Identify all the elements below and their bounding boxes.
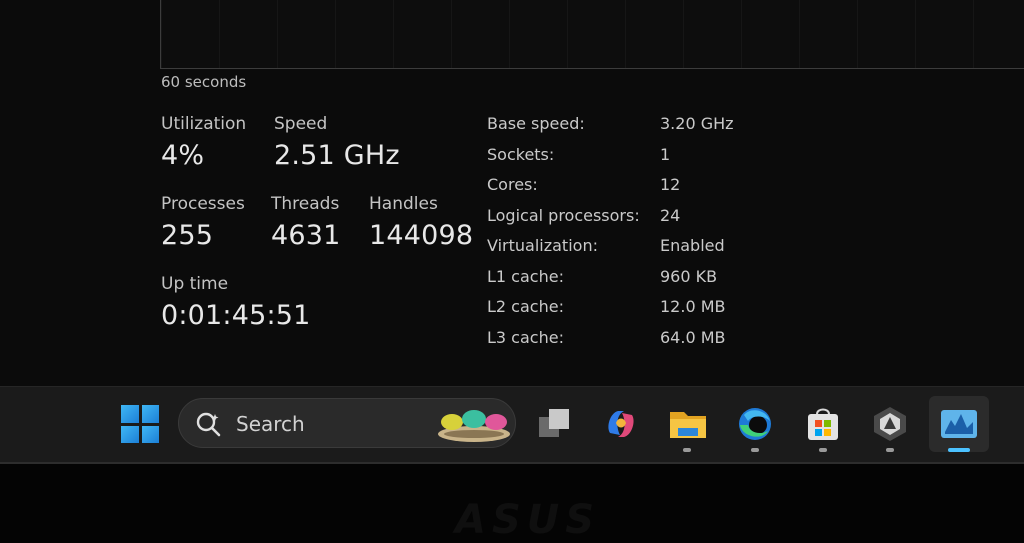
running-indicator	[751, 448, 759, 452]
spec-label: L1 cache:	[487, 266, 564, 286]
running-indicator	[819, 448, 827, 452]
handles-stat: Handles 144098	[369, 194, 473, 251]
active-indicator	[948, 448, 970, 452]
spec-value: 960 KB	[660, 266, 718, 286]
threads-value: 4631	[271, 220, 341, 251]
spec-label: Virtualization:	[487, 236, 598, 255]
spec-value: 1	[660, 144, 671, 164]
uptime-stat: Up time 0:01:45:51	[161, 274, 311, 331]
spec-value: 3.20 GHz	[660, 114, 734, 133]
task-manager-icon[interactable]	[938, 403, 980, 445]
graph-time-axis-label: 60 seconds	[161, 73, 247, 91]
processes-stat: Processes 255	[161, 194, 245, 251]
spec-label: L3 cache:	[487, 327, 564, 347]
task-manager-performance-pane: 60 seconds Utilization 4% Speed 2.51 GHz…	[0, 0, 1024, 386]
spec-label: Base speed:	[487, 114, 585, 133]
spec-value: Enabled	[660, 236, 725, 255]
utilization-stat: Utilization 4%	[161, 114, 246, 171]
search-label: Search	[236, 412, 305, 436]
spec-value: 64.0 MB	[660, 327, 726, 347]
store-icon[interactable]	[802, 403, 844, 445]
speed-value: 2.51 GHz	[274, 140, 400, 171]
file-explorer-icon[interactable]	[667, 403, 709, 445]
brand-logo: ASUS	[455, 497, 601, 543]
handles-label: Handles	[369, 194, 438, 214]
spec-value: 24	[660, 205, 681, 225]
uptime-value: 0:01:45:51	[161, 300, 311, 331]
threads-stat: Threads 4631	[271, 194, 341, 251]
spec-value: 12	[660, 175, 681, 194]
search-icon	[196, 412, 221, 437]
speed-label: Speed	[274, 114, 328, 134]
processes-label: Processes	[161, 194, 245, 214]
speed-stat: Speed 2.51 GHz	[274, 114, 400, 171]
search-highlight-icon	[438, 410, 510, 442]
spec-value: 12.0 MB	[660, 297, 726, 316]
handles-value: 144098	[369, 220, 474, 251]
cpu-utilization-graph	[160, 0, 1024, 69]
cpu-spec-table: Base speed: 3.20 GHz Sockets: 1 Cores: 12 L…	[487, 113, 780, 348]
spec-label: Sockets:	[487, 144, 555, 164]
copilot-icon[interactable]	[600, 403, 642, 445]
utilization-label: Utilization	[161, 114, 247, 134]
app-icon[interactable]	[869, 403, 911, 445]
threads-label: Threads	[271, 194, 340, 214]
task-view-icon[interactable]	[534, 403, 576, 445]
utilization-value: 4%	[161, 140, 205, 171]
uptime-label: Up time	[161, 274, 229, 294]
spec-label: L2 cache:	[487, 297, 564, 316]
spec-label: Logical processors:	[487, 205, 640, 225]
spec-label: Cores:	[487, 175, 538, 194]
edge-icon[interactable]	[734, 403, 776, 445]
processes-value: 255	[161, 220, 214, 251]
windows-start-icon[interactable]	[121, 405, 159, 443]
running-indicator	[683, 448, 691, 452]
running-indicator	[886, 448, 894, 452]
